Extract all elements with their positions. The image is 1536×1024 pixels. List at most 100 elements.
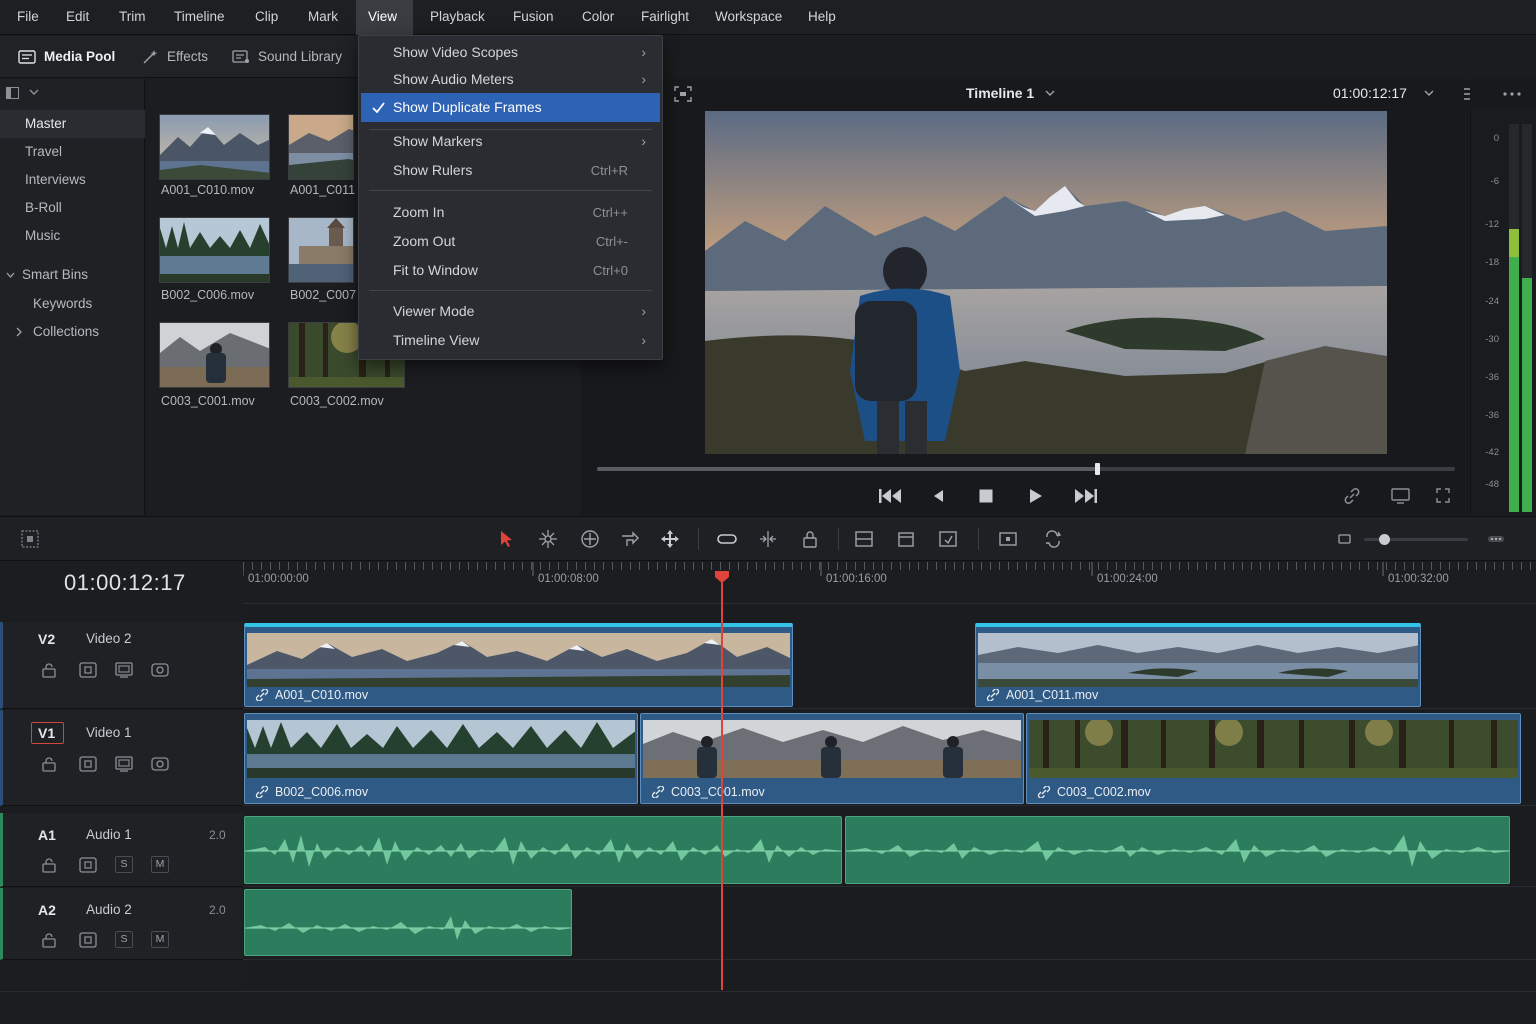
menu-help[interactable]: Help bbox=[796, 0, 848, 35]
timeline-options-icon[interactable] bbox=[1485, 528, 1507, 550]
lock-icon[interactable] bbox=[799, 528, 821, 550]
panel-toggle-icon[interactable] bbox=[6, 87, 19, 99]
bin-interviews[interactable]: Interviews bbox=[0, 166, 145, 194]
overwrite-clip-icon[interactable] bbox=[895, 528, 917, 550]
clip-thumbnail[interactable] bbox=[159, 114, 270, 180]
bin-b-roll[interactable]: B-Roll bbox=[0, 194, 145, 222]
menu-item-show-video-scopes[interactable]: Show Video Scopes › bbox=[361, 38, 660, 67]
menu-fairlight[interactable]: Fairlight bbox=[629, 0, 701, 35]
dynamic-trim-icon[interactable] bbox=[579, 528, 601, 550]
menu-mark[interactable]: Mark bbox=[296, 0, 350, 35]
bin-travel[interactable]: Travel bbox=[0, 138, 145, 166]
track-header-a1[interactable]: A1 Audio 1 2.0 S M bbox=[0, 813, 243, 887]
go-to-end-icon[interactable] bbox=[1074, 488, 1098, 504]
auto-select-icon[interactable] bbox=[79, 662, 97, 678]
lock-icon[interactable] bbox=[40, 662, 58, 678]
clip-thumbnail[interactable] bbox=[288, 217, 354, 283]
timeline-clip[interactable]: A001_C010.mov bbox=[244, 623, 793, 707]
menu-file[interactable]: File bbox=[5, 0, 51, 35]
enable-track-icon[interactable] bbox=[151, 756, 169, 772]
auto-select-icon[interactable] bbox=[79, 857, 97, 873]
more-options-icon[interactable] bbox=[1503, 92, 1521, 96]
media-pool-button[interactable]: Media Pool bbox=[18, 36, 115, 78]
auto-select-icon[interactable] bbox=[79, 932, 97, 948]
video-output-icon[interactable] bbox=[115, 756, 133, 772]
bin-music[interactable]: Music bbox=[0, 222, 145, 250]
blade-tool-icon[interactable] bbox=[619, 528, 641, 550]
track-lane-a2[interactable] bbox=[243, 888, 1536, 960]
solo-button[interactable]: S bbox=[115, 931, 133, 948]
menu-item-timeline-view[interactable]: Timeline View › bbox=[361, 326, 660, 355]
go-to-start-icon[interactable] bbox=[878, 488, 902, 504]
track-lane-a1[interactable] bbox=[243, 813, 1536, 887]
track-header-v2[interactable]: V2 Video 2 bbox=[0, 622, 243, 709]
playhead-line[interactable] bbox=[721, 572, 723, 990]
track-name[interactable]: Audio 2 bbox=[86, 902, 132, 917]
chevron-down-icon[interactable] bbox=[1424, 90, 1434, 97]
menu-item-show-markers[interactable]: Show Markers › bbox=[361, 127, 660, 156]
track-name[interactable]: Video 1 bbox=[86, 725, 132, 740]
track-header-a2[interactable]: A2 Audio 2 2.0 S M bbox=[0, 888, 243, 960]
stop-icon[interactable] bbox=[979, 489, 993, 503]
menu-fusion[interactable]: Fusion bbox=[501, 0, 566, 35]
clip-thumbnail[interactable] bbox=[288, 114, 354, 180]
smart-bins-folder[interactable]: Smart Bins bbox=[0, 261, 145, 289]
bin-master[interactable]: Master bbox=[0, 110, 145, 138]
viewer-frame[interactable] bbox=[705, 111, 1387, 454]
zoom-slider[interactable] bbox=[1364, 534, 1468, 545]
track-lane-v2[interactable]: A001_C010.mov A001_C011.mov bbox=[243, 622, 1536, 709]
track-header-v1[interactable]: V1 Video 1 bbox=[0, 710, 243, 806]
lock-icon[interactable] bbox=[40, 756, 58, 772]
menu-item-show-rulers[interactable]: Show Rulers Ctrl+R bbox=[361, 156, 660, 185]
timeline-clip[interactable]: A001_C011.mov bbox=[975, 623, 1421, 707]
lock-icon[interactable] bbox=[40, 857, 58, 873]
track-lane-v1[interactable]: B002_C006.mov C003_C001.mov C003_C002.mo… bbox=[243, 710, 1536, 806]
menu-color[interactable]: Color bbox=[570, 0, 626, 35]
chevron-down-icon[interactable] bbox=[1045, 90, 1055, 97]
timeline-view-options-icon[interactable] bbox=[19, 528, 41, 550]
auto-select-icon[interactable] bbox=[79, 756, 97, 772]
insert-clip-icon[interactable] bbox=[853, 528, 875, 550]
mute-button[interactable]: M bbox=[151, 856, 169, 873]
fullscreen-icon[interactable] bbox=[674, 86, 692, 102]
menu-workspace[interactable]: Workspace bbox=[703, 0, 794, 35]
audio-clip[interactable] bbox=[244, 889, 572, 956]
menu-item-zoom-in[interactable]: Zoom In Ctrl++ bbox=[361, 198, 660, 227]
menu-item-show-audio-meters[interactable]: Show Audio Meters › bbox=[361, 65, 660, 94]
timeline-clip[interactable]: B002_C006.mov bbox=[244, 713, 638, 804]
timeline-name[interactable]: Timeline 1 bbox=[966, 85, 1034, 101]
replace-clip-icon[interactable] bbox=[937, 528, 959, 550]
play-icon[interactable] bbox=[1029, 488, 1043, 504]
loop-icon[interactable] bbox=[1042, 528, 1064, 550]
flag-icon[interactable] bbox=[997, 528, 1019, 550]
timeline-clip[interactable]: C003_C001.mov bbox=[640, 713, 1024, 804]
scrub-handle[interactable] bbox=[1095, 463, 1100, 475]
menu-playback[interactable]: Playback bbox=[418, 0, 497, 35]
track-name[interactable]: Video 2 bbox=[86, 631, 132, 646]
lock-icon[interactable] bbox=[40, 932, 58, 948]
move-tool-icon[interactable] bbox=[659, 528, 681, 550]
viewer-scrub-bar[interactable] bbox=[597, 463, 1455, 475]
clip-thumbnail[interactable] bbox=[159, 217, 270, 283]
enable-track-icon[interactable] bbox=[151, 662, 169, 678]
timeline-clip[interactable]: C003_C002.mov bbox=[1026, 713, 1521, 804]
clip-thumbnail[interactable] bbox=[159, 322, 270, 388]
menu-item-fit-to-window[interactable]: Fit to Window Ctrl+0 bbox=[361, 256, 660, 285]
track-name[interactable]: Audio 1 bbox=[86, 827, 132, 842]
zoom-out-icon[interactable] bbox=[1334, 528, 1356, 550]
playhead-handle-icon[interactable] bbox=[714, 570, 730, 584]
link-icon[interactable] bbox=[1343, 488, 1361, 504]
snapping-icon[interactable] bbox=[716, 528, 738, 550]
bin-collections[interactable]: Collections bbox=[0, 318, 145, 346]
menu-item-zoom-out[interactable]: Zoom Out Ctrl+- bbox=[361, 227, 660, 256]
menu-item-viewer-mode[interactable]: Viewer Mode › bbox=[361, 297, 660, 326]
audio-clip[interactable] bbox=[244, 816, 842, 884]
effects-button[interactable]: Effects bbox=[142, 36, 208, 78]
video-output-icon[interactable] bbox=[115, 662, 133, 678]
trim-tool-icon[interactable] bbox=[537, 528, 559, 550]
monitor-icon[interactable] bbox=[1391, 488, 1410, 504]
solo-button[interactable]: S bbox=[115, 856, 133, 873]
expand-icon[interactable] bbox=[1436, 488, 1450, 503]
menu-view[interactable]: View bbox=[356, 0, 413, 35]
audio-clip[interactable] bbox=[845, 816, 1510, 884]
